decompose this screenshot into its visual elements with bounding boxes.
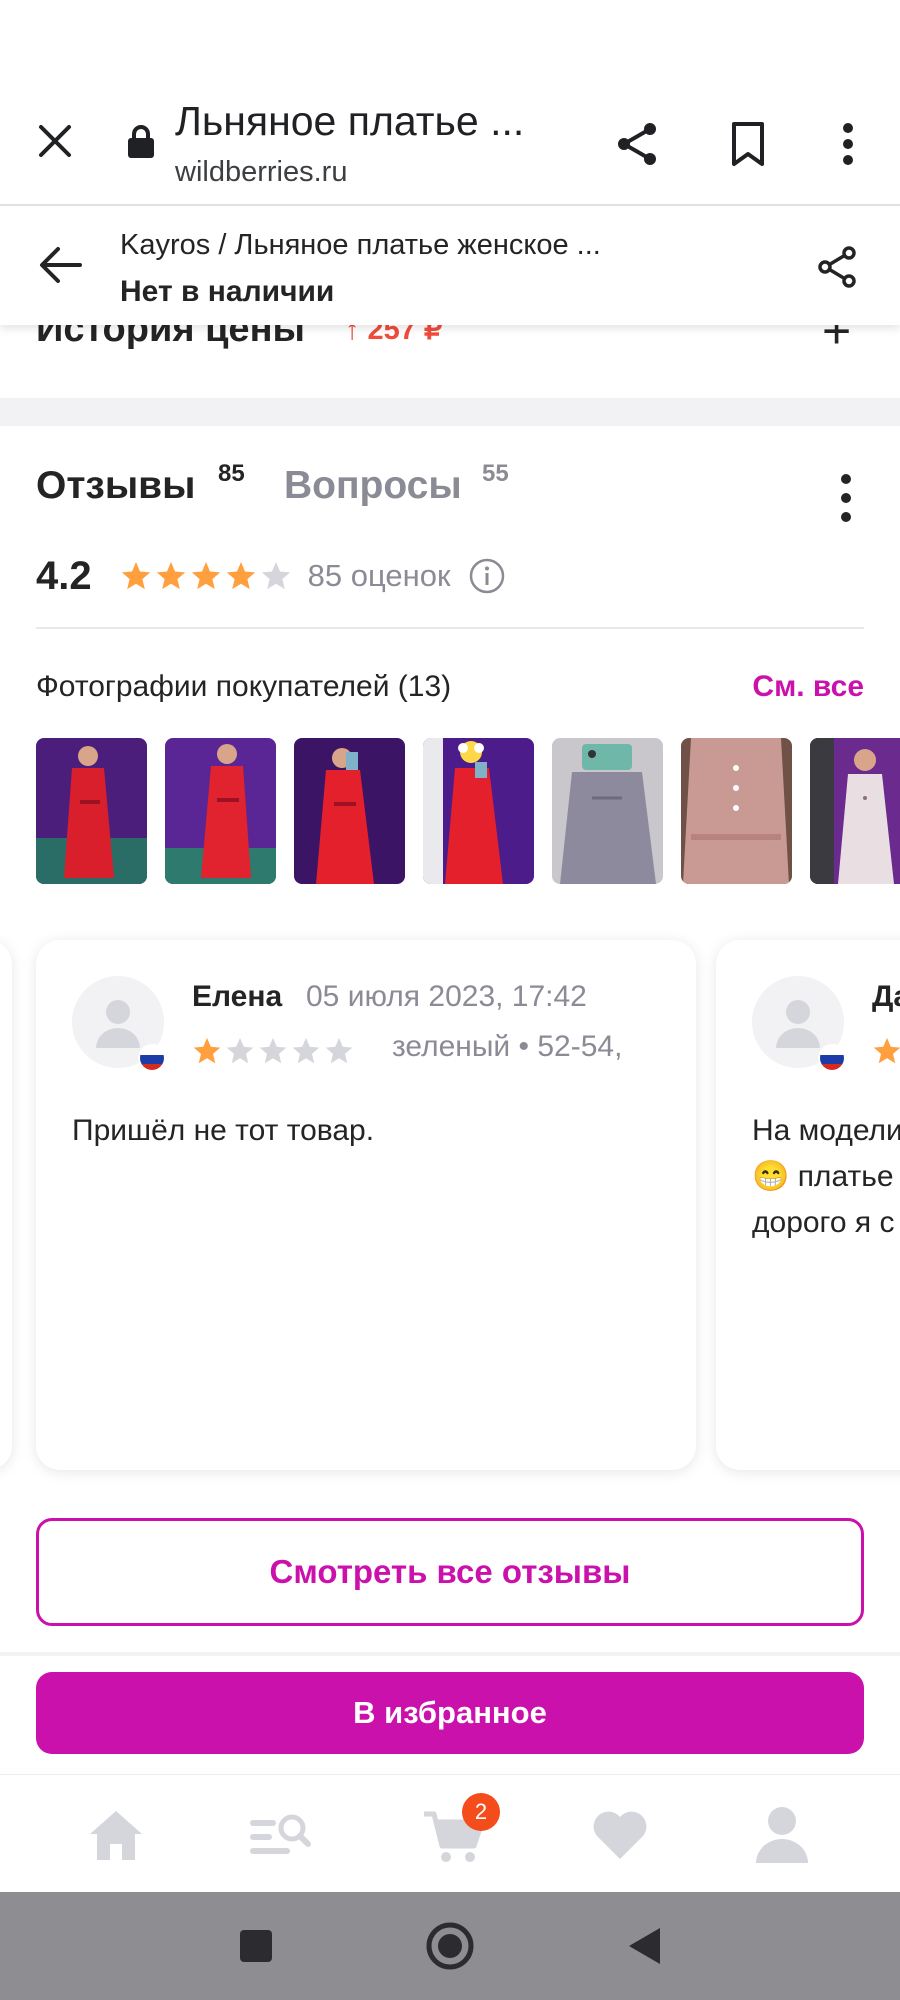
star-filled-icon — [120, 560, 152, 592]
star-filled-icon — [192, 1036, 222, 1066]
star-filled-icon — [155, 560, 187, 592]
review-stars — [872, 1036, 900, 1066]
customer-photo[interactable] — [681, 738, 792, 884]
share-icon[interactable] — [610, 116, 666, 172]
add-to-favorites-button[interactable]: В избранное — [36, 1672, 864, 1754]
status-bar-area — [0, 0, 900, 80]
customer-photos-strip[interactable] — [36, 738, 900, 886]
section-separator — [0, 398, 900, 426]
customer-photos-header: Фотографии покупателей (13) См. все — [36, 670, 864, 714]
product-share-icon[interactable] — [812, 241, 864, 293]
tab-questions-count: 55 — [482, 460, 509, 487]
heart-icon[interactable] — [580, 1795, 660, 1875]
review-text: Пришёл не тот товар. — [72, 1114, 375, 1147]
star-empty-icon — [225, 1036, 255, 1066]
reviews-menu-icon[interactable] — [824, 466, 868, 530]
back-arrow-icon[interactable] — [32, 237, 88, 293]
rating-stars — [120, 560, 292, 592]
see-all-reviews-button[interactable]: Смотреть все отзывы — [36, 1518, 864, 1626]
customer-photos-title: Фотографии покупателей (13) — [36, 670, 452, 703]
catalog-search-icon[interactable] — [240, 1795, 320, 1875]
review-date: 05 июля 2023, 17:42 — [306, 980, 587, 1013]
customer-photo[interactable] — [294, 738, 405, 884]
cart-count-badge: 2 — [462, 1793, 500, 1831]
review-card[interactable] — [0, 940, 12, 1470]
more-vert-icon[interactable] — [820, 116, 876, 172]
tab-questions[interactable]: Вопросы 55 — [284, 460, 509, 508]
browser-toolbar: Льняное платье ... wildberries.ru — [0, 80, 900, 206]
review-variant: зеленый • 52-54, — [392, 1030, 623, 1063]
star-filled-icon — [225, 560, 257, 592]
rating-summary: 4.2 85 оценок — [36, 546, 505, 606]
divider — [36, 627, 864, 629]
tab-reviews[interactable]: Отзывы 85 — [36, 460, 245, 508]
bottom-navigation: 2 — [0, 1774, 900, 1892]
see-all-link[interactable]: См. все — [752, 670, 864, 704]
russia-flag-icon — [138, 1044, 166, 1072]
review-stars — [192, 1036, 354, 1066]
product-breadcrumb[interactable]: Kayros / Льняное платье женское ... — [120, 229, 601, 262]
home-circle-icon[interactable] — [422, 1918, 478, 1974]
system-navigation-bar — [0, 1892, 900, 2000]
review-card[interactable]: Елена 05 июля 2023, 17:42 зеленый • 52-5… — [36, 940, 696, 1470]
star-empty-icon — [258, 1036, 288, 1066]
bookmark-icon[interactable] — [720, 116, 776, 172]
customer-photo[interactable] — [552, 738, 663, 884]
page: Льняное платье ... wildberries.ru Истори… — [0, 0, 900, 2000]
recent-apps-icon[interactable] — [228, 1918, 284, 1974]
home-icon[interactable] — [76, 1795, 156, 1875]
star-empty-icon — [260, 560, 292, 592]
profile-icon[interactable] — [742, 1795, 822, 1875]
reviews-section: Отзывы 85 Вопросы 55 4.2 85 оценок Фотог… — [0, 426, 900, 1652]
tab-questions-label: Вопросы — [284, 464, 462, 507]
rating-count: 85 оценок — [307, 558, 451, 593]
star-empty-icon — [324, 1036, 354, 1066]
review-author: Да — [872, 980, 900, 1013]
customer-photo[interactable] — [810, 738, 900, 884]
review-card[interactable]: Да На модели 😁 платье дорого я с — [716, 940, 900, 1470]
close-icon[interactable] — [30, 116, 80, 166]
tab-reviews-label: Отзывы — [36, 464, 196, 507]
favorite-bar: В избранное — [0, 1656, 900, 1774]
star-filled-icon — [190, 560, 222, 592]
review-author: Елена — [192, 980, 283, 1013]
customer-photo[interactable] — [165, 738, 276, 884]
browser-page-title[interactable]: Льняное платье ... — [175, 98, 524, 145]
russia-flag-icon — [818, 1044, 846, 1072]
customer-photo[interactable] — [36, 738, 147, 884]
star-empty-icon — [291, 1036, 321, 1066]
browser-domain[interactable]: wildberries.ru — [175, 156, 347, 189]
lock-icon — [126, 124, 156, 165]
review-text: На модели 😁 платье дорого я с — [752, 1114, 900, 1239]
customer-photo[interactable] — [423, 738, 534, 884]
rating-value: 4.2 — [36, 553, 92, 598]
cart-icon[interactable]: 2 — [414, 1793, 500, 1875]
info-icon[interactable] — [469, 558, 505, 594]
product-sticky-header: Kayros / Льняное платье женское ... Нет … — [0, 207, 900, 325]
tab-reviews-count: 85 — [218, 460, 245, 487]
star-filled-icon — [872, 1036, 900, 1066]
availability-status: Нет в наличии — [120, 275, 335, 308]
back-triangle-icon[interactable] — [616, 1918, 672, 1974]
